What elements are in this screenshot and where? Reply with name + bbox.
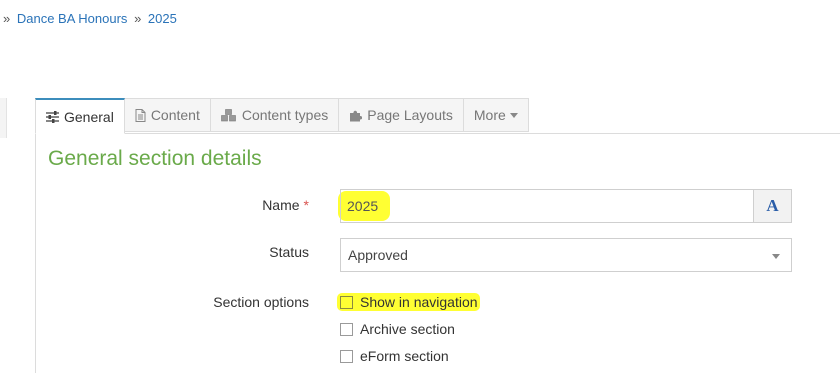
cubes-icon [221,108,237,122]
tab-content-types-label: Content types [241,107,329,123]
status-select[interactable]: Approved [340,238,792,272]
font-a-button[interactable]: A [753,189,792,223]
tab-general-label: General [64,108,114,125]
show-in-navigation-label: Show in navigation [360,294,478,310]
tab-bar: General Content Content types Page Layou… [35,98,529,134]
tab-content[interactable]: Content [124,98,211,132]
name-label-text: Name [262,197,300,213]
file-icon [135,108,146,122]
tab-more-label: More [473,107,506,123]
tab-general[interactable]: General [35,98,125,134]
eform-section-label: eForm section [360,348,449,364]
section-title: General section details [48,147,262,170]
breadcrumb-link-dance-ba-honours[interactable]: Dance BA Honours [17,11,128,26]
status-label: Status [269,244,309,260]
tab-page-layouts[interactable]: Page Layouts [339,98,464,132]
checkbox-box[interactable] [340,295,353,309]
name-label: Name * [230,197,309,213]
section-options-label: Section options [213,294,309,310]
sliders-icon [46,110,59,123]
tab-more-dropdown[interactable]: More [463,98,529,132]
left-panel-edge [0,98,7,138]
required-marker: * [303,197,309,213]
font-a-icon: A [766,196,779,215]
breadcrumb: » Dance BA Honours » 2025 [0,11,177,26]
breadcrumb-separator: » [134,11,142,26]
show-in-navigation-checkbox[interactable]: Show in navigation [340,294,478,310]
caret-down-icon [509,112,518,118]
breadcrumb-link-2025[interactable]: 2025 [148,11,177,26]
archive-section-checkbox[interactable]: Archive section [340,321,455,337]
tab-content-types[interactable]: Content types [210,98,340,132]
puzzle-icon [349,109,363,122]
breadcrumb-separator: » [3,11,11,26]
caret-down-icon [772,254,780,259]
checkbox-box[interactable] [340,349,353,363]
checkbox-box[interactable] [340,322,353,336]
tab-page-layouts-label: Page Layouts [367,107,453,123]
status-select-value: Approved [348,247,408,263]
tab-content-label: Content [150,107,200,123]
page: » Dance BA Honours » 2025 General Conten… [0,0,840,373]
name-input[interactable] [340,189,754,223]
archive-section-label: Archive section [360,321,455,337]
eform-section-checkbox[interactable]: eForm section [340,348,449,364]
